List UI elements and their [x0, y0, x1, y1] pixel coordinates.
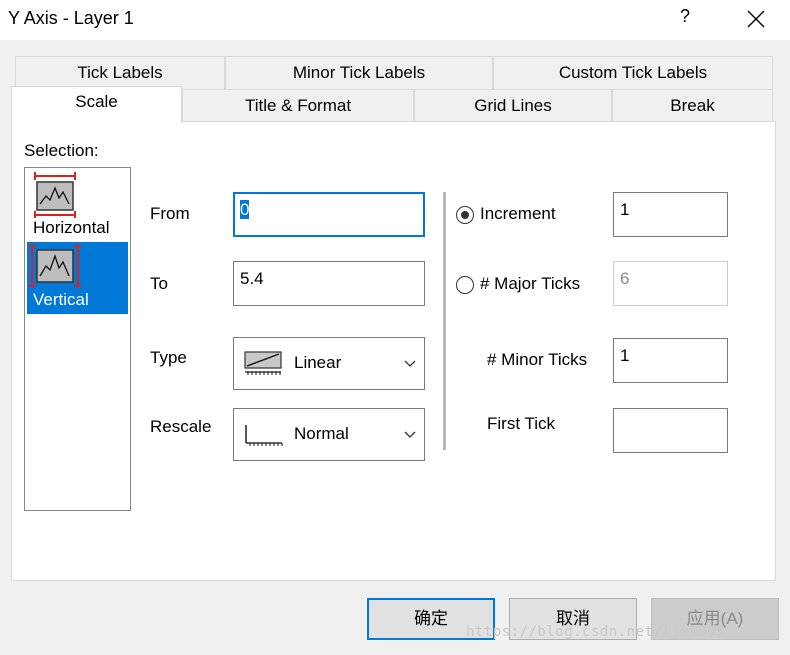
to-label: To: [150, 274, 168, 293]
tab-title-format[interactable]: Title & Format: [182, 89, 414, 125]
from-label: From: [150, 204, 190, 223]
type-value: Linear: [294, 353, 342, 372]
type-label: Type: [150, 348, 187, 367]
tab-scale[interactable]: Scale: [11, 86, 182, 123]
selection-list[interactable]: Horizontal Vertical: [24, 167, 131, 511]
tab-custom-tick-labels[interactable]: Custom Tick Labels: [493, 56, 773, 89]
rescale-label: Rescale: [150, 417, 212, 436]
vertical-axis-icon: [29, 245, 81, 287]
major-ticks-input[interactable]: 6: [613, 261, 728, 306]
horizontal-label: Horizontal: [33, 218, 110, 237]
rescale-value: Normal: [294, 424, 349, 443]
normal-rescale-icon: [245, 425, 283, 446]
horizontal-axis-icon: [34, 172, 76, 218]
window-title: Y Axis - Layer 1: [8, 8, 134, 28]
to-input[interactable]: 5.4: [233, 261, 425, 306]
chevron-down-icon: [404, 360, 416, 367]
help-button[interactable]: ?: [672, 6, 698, 27]
close-icon: [747, 10, 765, 28]
selection-label: Selection:: [24, 141, 99, 160]
major-ticks-label: # Major Ticks: [480, 274, 581, 293]
first-tick-label: First Tick: [487, 414, 555, 433]
linear-scale-icon: [244, 351, 282, 375]
major-ticks-radio[interactable]: [456, 276, 474, 294]
title-bar: Y Axis - Layer 1 ?: [0, 0, 790, 40]
chevron-down-icon: [404, 431, 416, 438]
list-item-vertical[interactable]: Vertical: [27, 242, 128, 314]
vertical-label: Vertical: [33, 290, 89, 309]
tab-tick-labels[interactable]: Tick Labels: [15, 56, 225, 89]
from-input[interactable]: 0: [233, 192, 425, 237]
from-value: 0: [240, 200, 250, 219]
increment-label: Increment: [480, 204, 556, 223]
tab-minor-tick-labels[interactable]: Minor Tick Labels: [225, 56, 493, 89]
tab-grid-lines[interactable]: Grid Lines: [414, 89, 612, 125]
tab-break[interactable]: Break: [612, 89, 773, 125]
increment-input[interactable]: 1: [613, 192, 728, 237]
increment-radio[interactable]: [456, 206, 474, 224]
first-tick-input[interactable]: [613, 408, 728, 453]
vertical-divider: [443, 192, 446, 450]
rescale-select[interactable]: Normal: [233, 408, 425, 461]
minor-ticks-input[interactable]: 1: [613, 338, 728, 383]
minor-ticks-label: # Minor Ticks: [487, 350, 588, 369]
list-item-horizontal[interactable]: Horizontal: [27, 170, 128, 242]
close-button[interactable]: [736, 2, 776, 36]
watermark: https://blog.csdn.net/ljm1995: [466, 624, 725, 640]
type-select[interactable]: Linear: [233, 337, 425, 390]
radio-dot: [461, 211, 469, 219]
